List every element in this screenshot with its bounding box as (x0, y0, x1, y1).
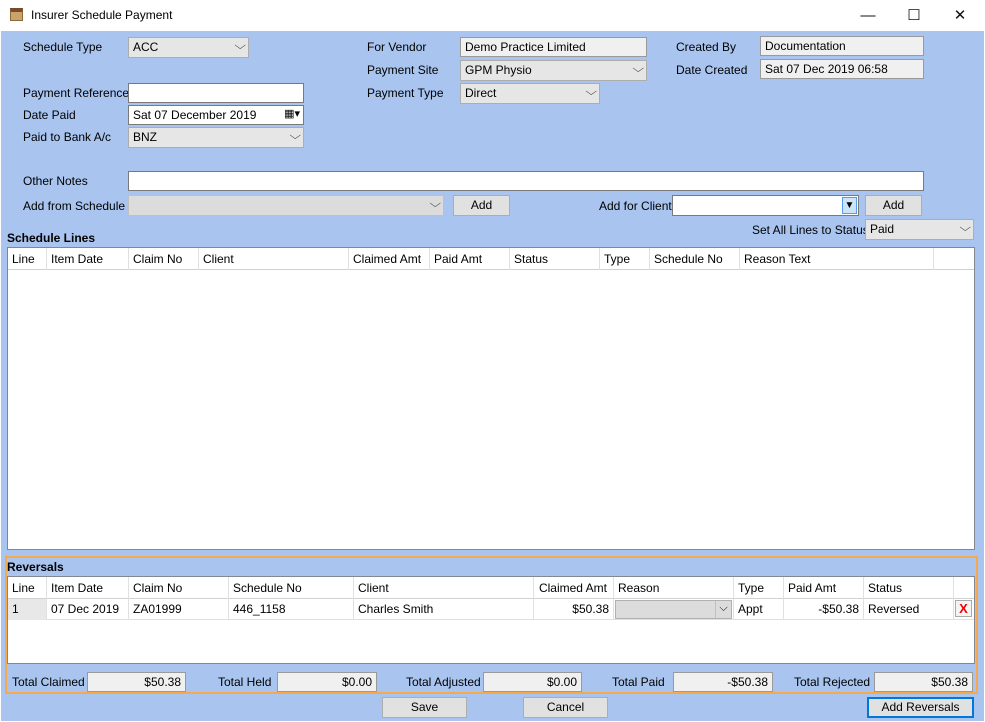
add-for-client-button[interactable]: Add (865, 195, 922, 216)
table-row[interactable]: 1 07 Dec 2019 ZA01999 446_1158 Charles S… (8, 599, 974, 620)
for-vendor-field: Demo Practice Limited (460, 37, 647, 57)
payment-type-dropdown[interactable]: Direct ⌵ (460, 83, 600, 104)
cell-item-date[interactable]: 07 Dec 2019 (47, 599, 129, 620)
chevron-down-icon: ⌵ (428, 198, 441, 210)
schedule-lines-grid[interactable]: Line Item Date Claim No Client Claimed A… (7, 247, 975, 550)
add-from-schedule-label: Add from Schedule (23, 199, 126, 213)
add-reversals-button[interactable]: Add Reversals (867, 697, 974, 718)
form-body: Schedule Type ACC ⌵ Payment Reference Dat… (1, 31, 984, 721)
cell-client[interactable]: Charles Smith (354, 599, 534, 620)
reason-dropdown[interactable]: ⌵ (615, 600, 732, 619)
column-header[interactable]: Type (734, 577, 784, 599)
cell-schedule-no[interactable]: 446_1158 (229, 599, 354, 620)
app-icon (10, 8, 23, 21)
date-paid-picker[interactable]: Sat 07 December 2019 ▦▾ (128, 105, 304, 125)
chevron-down-icon: ⌵ (288, 130, 301, 142)
cancel-button[interactable]: Cancel (523, 697, 608, 718)
chevron-down-icon: ⌵ (584, 86, 597, 98)
chevron-down-icon[interactable]: ▼ (842, 197, 857, 214)
total-rejected-label: Total Rejected (794, 675, 871, 689)
schedule-type-dropdown[interactable]: ACC ⌵ (128, 37, 249, 58)
set-all-status-dropdown[interactable]: Paid ⌵ (865, 219, 974, 240)
reversals-header: Line Item Date Claim No Schedule No Clie… (8, 577, 974, 599)
payment-reference-label: Payment Reference (23, 86, 130, 100)
payment-reference-input[interactable] (128, 83, 304, 103)
title-bar: Insurer Schedule Payment — ☐ ✕ (0, 0, 985, 31)
payment-type-label: Payment Type (367, 86, 444, 100)
close-button[interactable]: ✕ (937, 0, 983, 31)
cell-claim-no[interactable]: ZA01999 (129, 599, 229, 620)
cell-type[interactable]: Appt (734, 599, 784, 620)
other-notes-label: Other Notes (23, 174, 88, 188)
column-header[interactable]: Claim No (129, 248, 199, 270)
chevron-down-icon: ⌵ (631, 63, 644, 75)
total-claimed-value: $50.38 (87, 672, 186, 692)
for-vendor-label: For Vendor (367, 40, 427, 54)
set-all-status-label: Set All Lines to Status (752, 223, 869, 237)
column-header[interactable]: Item Date (47, 248, 129, 270)
total-held-value: $0.00 (277, 672, 377, 692)
total-rejected-value: $50.38 (874, 672, 973, 692)
reversals-title: Reversals (7, 560, 64, 574)
column-header[interactable]: Paid Amt (430, 248, 510, 270)
payment-site-dropdown[interactable]: GPM Physio ⌵ (460, 60, 647, 81)
save-button[interactable]: Save (382, 697, 467, 718)
total-paid-value: -$50.38 (673, 672, 773, 692)
other-notes-input[interactable] (128, 171, 924, 191)
cell-line[interactable]: 1 (8, 599, 47, 620)
paid-to-bank-label: Paid to Bank A/c (23, 130, 112, 144)
chevron-down-icon: ⌵ (958, 222, 971, 234)
maximize-button[interactable]: ☐ (891, 0, 937, 31)
total-paid-label: Total Paid (612, 675, 665, 689)
column-header[interactable]: Claim No (129, 577, 229, 599)
created-by-field: Documentation (760, 36, 924, 56)
cell-delete[interactable]: X (954, 599, 974, 620)
date-created-label: Date Created (676, 63, 748, 77)
window-title: Insurer Schedule Payment (31, 8, 173, 22)
schedule-lines-header: Line Item Date Claim No Client Claimed A… (8, 248, 974, 270)
total-held-label: Total Held (218, 675, 272, 689)
minimize-button[interactable]: — (845, 0, 891, 31)
chevron-down-icon: ⌵ (233, 40, 246, 52)
column-header[interactable]: Claimed Amt (534, 577, 614, 599)
date-paid-label: Date Paid (23, 108, 76, 122)
total-claimed-label: Total Claimed (12, 675, 85, 689)
column-header[interactable]: Schedule No (229, 577, 354, 599)
column-header[interactable]: Reason (614, 577, 734, 599)
column-header[interactable]: Line (8, 248, 47, 270)
cell-reason[interactable]: ⌵ (614, 599, 734, 620)
column-header[interactable]: Paid Amt (784, 577, 864, 599)
payment-site-label: Payment Site (367, 63, 439, 77)
column-header[interactable]: Client (199, 248, 349, 270)
add-from-schedule-button[interactable]: Add (453, 195, 510, 216)
total-adjusted-value: $0.00 (483, 672, 582, 692)
paid-to-bank-dropdown[interactable]: BNZ ⌵ (128, 127, 304, 148)
cell-paid-amt[interactable]: -$50.38 (784, 599, 864, 620)
schedule-type-label: Schedule Type (23, 40, 103, 54)
reversals-grid[interactable]: Line Item Date Claim No Schedule No Clie… (7, 576, 975, 664)
date-created-field: Sat 07 Dec 2019 06:58 (760, 59, 924, 79)
add-for-client-label: Add for Client (599, 199, 672, 213)
column-header[interactable]: Status (510, 248, 600, 270)
calendar-icon[interactable]: ▦▾ (284, 107, 300, 120)
delete-icon[interactable]: X (955, 600, 972, 617)
column-header[interactable]: Type (600, 248, 650, 270)
chevron-down-icon[interactable]: ⌵ (715, 601, 731, 618)
add-for-client-dropdown[interactable]: ▼ (672, 195, 859, 216)
column-header[interactable]: Client (354, 577, 534, 599)
column-header[interactable]: Status (864, 577, 954, 599)
schedule-lines-title: Schedule Lines (7, 231, 96, 245)
total-adjusted-label: Total Adjusted (406, 675, 481, 689)
column-header[interactable]: Claimed Amt (349, 248, 430, 270)
created-by-label: Created By (676, 40, 737, 54)
column-header[interactable]: Line (8, 577, 47, 599)
cell-claimed-amt[interactable]: $50.38 (534, 599, 614, 620)
cell-status[interactable]: Reversed (864, 599, 954, 620)
column-header[interactable]: Item Date (47, 577, 129, 599)
column-header[interactable]: Schedule No (650, 248, 740, 270)
add-from-schedule-dropdown[interactable]: ⌵ (128, 195, 444, 216)
column-header[interactable]: Reason Text (740, 248, 934, 270)
